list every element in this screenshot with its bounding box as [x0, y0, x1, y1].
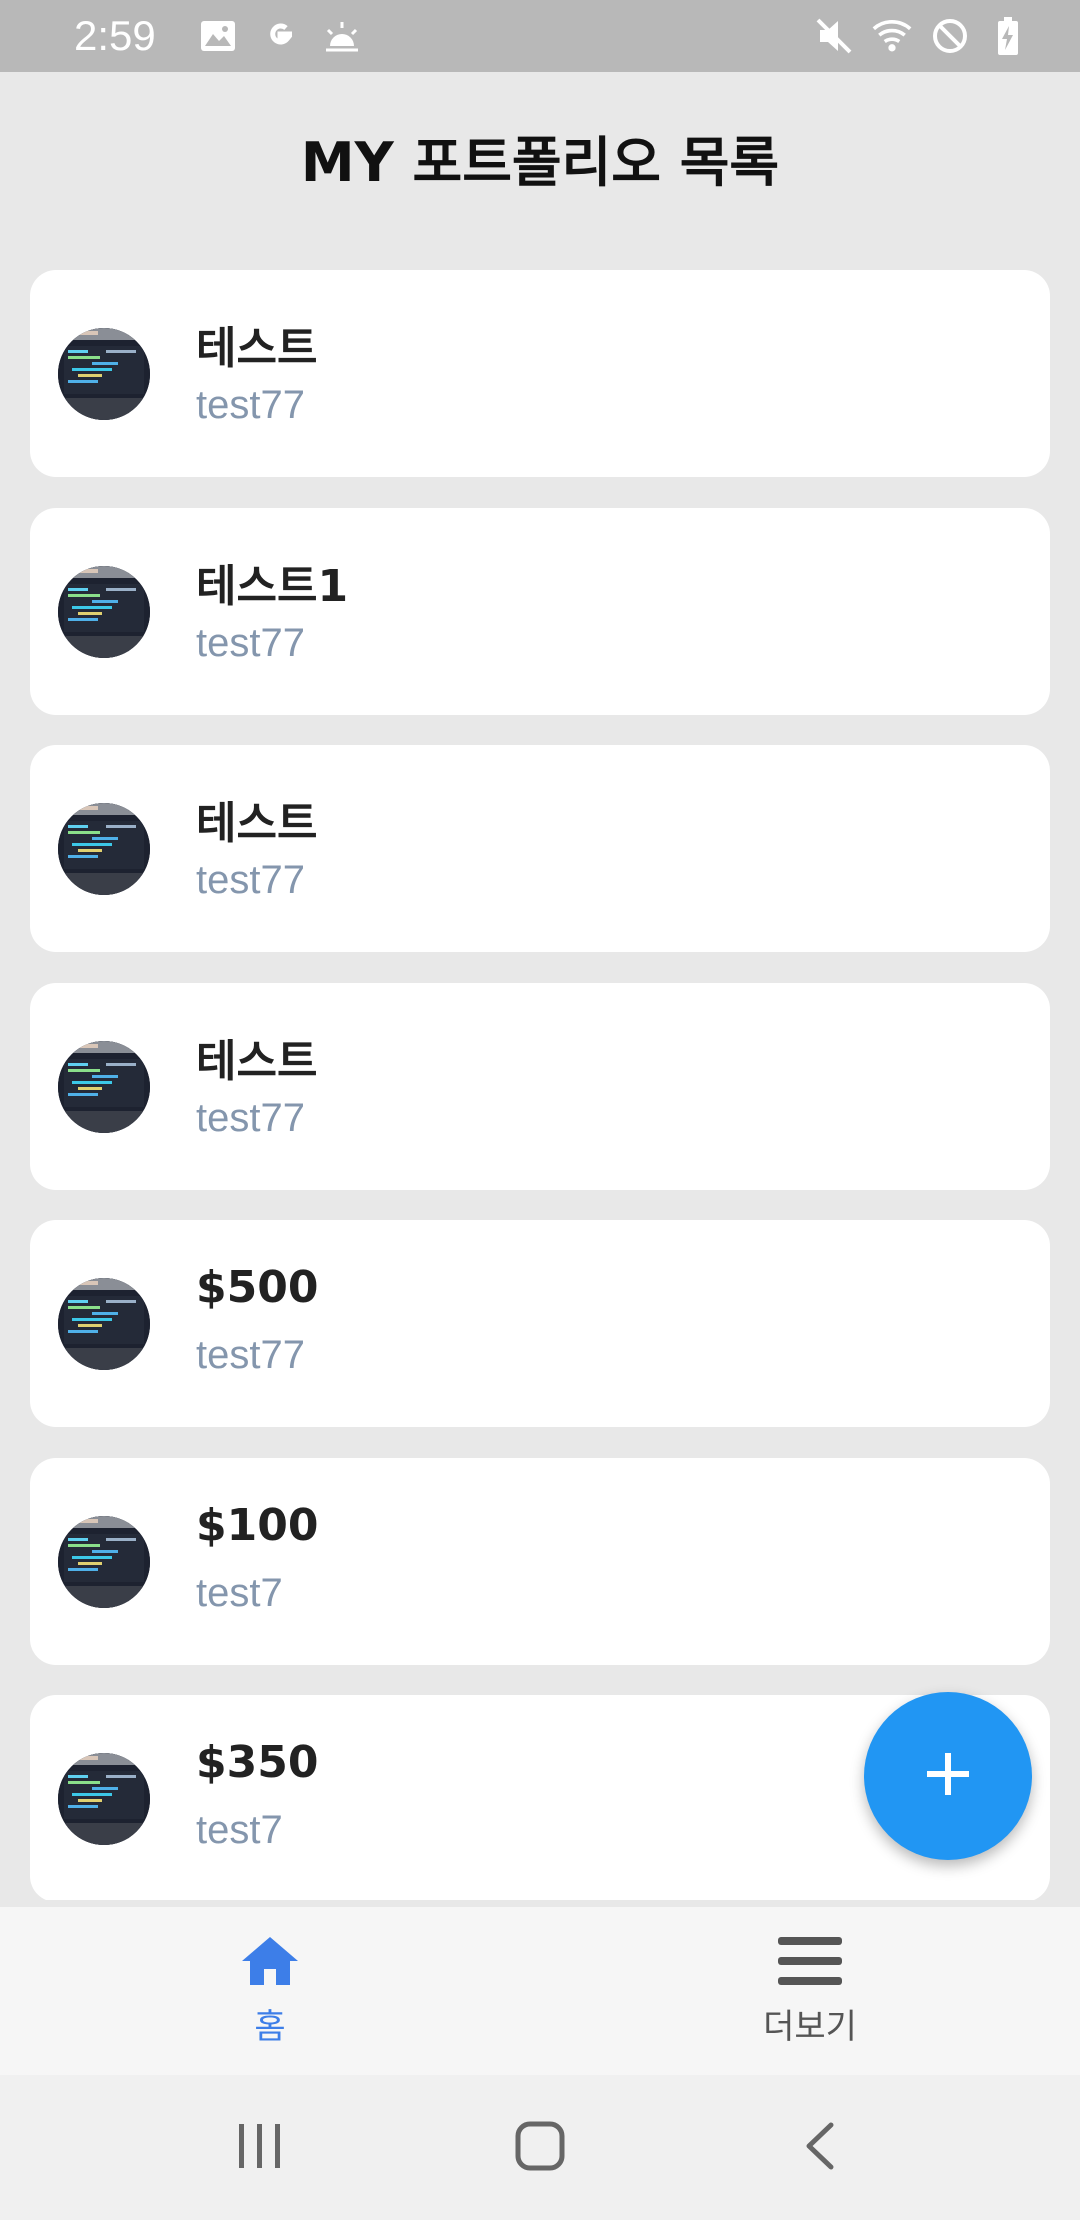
plus-icon [923, 1749, 973, 1803]
dnd-icon [930, 16, 970, 56]
portfolio-subtitle: test7 [196, 1571, 283, 1615]
portfolio-thumbnail [58, 328, 150, 420]
menu-icon [778, 1935, 842, 1991]
bottom-nav: 홈 더보기 [0, 1907, 1080, 2075]
status-icons-left [198, 16, 362, 56]
google-icon [260, 16, 300, 56]
battery-charging-icon [988, 16, 1028, 56]
nav-more-label: 더보기 [763, 2006, 857, 2047]
portfolio-title: $100 [196, 1500, 319, 1551]
portfolio-subtitle: test7 [196, 1808, 283, 1852]
portfolio-thumbnail [58, 803, 150, 895]
status-time: 2:59 [74, 12, 156, 59]
back-icon [803, 2121, 837, 2175]
portfolio-title: $500 [196, 1262, 319, 1313]
portfolio-card[interactable]: $100 test7 [30, 1458, 1050, 1665]
portfolio-title: $350 [196, 1737, 319, 1788]
portfolio-subtitle: test77 [196, 621, 305, 665]
status-bar: 2:59 [0, 0, 1080, 72]
status-right [814, 16, 1028, 56]
portfolio-card[interactable]: 테스트1 test77 [30, 508, 1050, 715]
portfolio-thumbnail [58, 1278, 150, 1370]
mute-icon [814, 16, 854, 56]
portfolio-title: 테스트 [196, 1036, 318, 1087]
image-icon [198, 16, 238, 56]
system-nav [0, 2075, 1080, 2220]
portfolio-list[interactable]: 테스트 test77 테스트1 test77 테스트 test77 테스트 te… [30, 270, 1050, 1900]
wifi-icon [872, 16, 912, 56]
nav-home[interactable]: 홈 [0, 1907, 540, 2075]
portfolio-thumbnail [58, 1041, 150, 1133]
status-left: 2:59 [74, 12, 362, 60]
portfolio-subtitle: test77 [196, 858, 305, 902]
portfolio-thumbnail [58, 566, 150, 658]
nav-more[interactable]: 더보기 [540, 1907, 1080, 2075]
add-portfolio-button[interactable] [864, 1692, 1032, 1860]
portfolio-card[interactable]: $500 test77 [30, 1220, 1050, 1427]
back-button[interactable] [775, 2103, 865, 2193]
portfolio-title: 테스트1 [196, 561, 349, 612]
portfolio-title: 테스트 [196, 323, 318, 374]
portfolio-subtitle: test77 [196, 383, 305, 427]
page-title: MY 포트폴리오 목록 [300, 131, 780, 194]
weather-icon [322, 16, 362, 56]
recent-apps-icon [237, 2122, 283, 2174]
recent-apps-button[interactable] [215, 2103, 305, 2193]
portfolio-subtitle: test77 [196, 1333, 305, 1377]
portfolio-card[interactable]: 테스트 test77 [30, 983, 1050, 1190]
portfolio-card[interactable]: 테스트 test77 [30, 745, 1050, 952]
portfolio-card[interactable]: 테스트 test77 [30, 270, 1050, 477]
portfolio-subtitle: test77 [196, 1096, 305, 1140]
system-home-button[interactable] [495, 2103, 585, 2193]
portfolio-thumbnail [58, 1516, 150, 1608]
home-icon [240, 1935, 300, 1991]
portfolio-title: 테스트 [196, 798, 318, 849]
nav-home-label: 홈 [254, 2006, 286, 2047]
home-button-icon [515, 2121, 565, 2175]
portfolio-thumbnail [58, 1753, 150, 1845]
